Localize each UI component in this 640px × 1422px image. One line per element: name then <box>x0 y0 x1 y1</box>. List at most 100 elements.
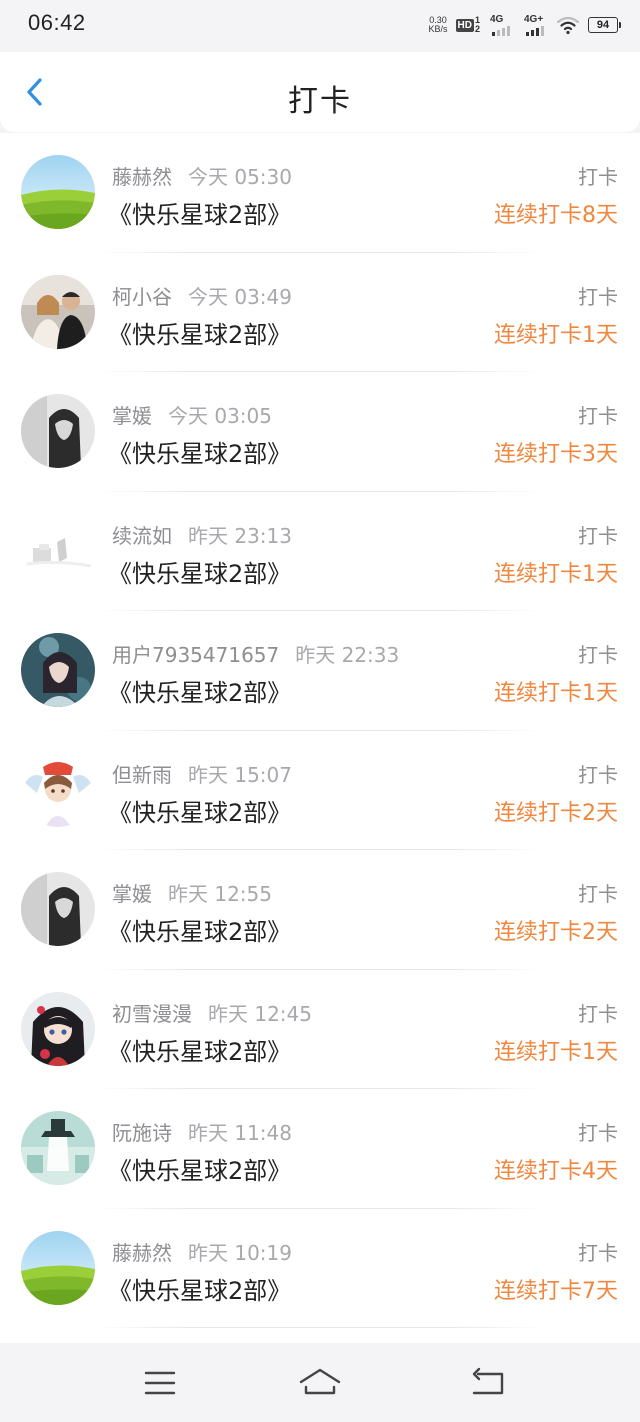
streak-label: 连续打卡3天 <box>494 442 618 467</box>
avatar-image <box>21 1111 95 1185</box>
hd-icon: HD 1 2 <box>455 16 480 34</box>
streak-label: 连续打卡1天 <box>494 561 618 587</box>
user-name[interactable]: 柯小谷 <box>112 285 172 309</box>
list-item[interactable]: 阮施诗 昨天 11:48 《快乐星球2部》 打卡 连续打卡4天 <box>0 1089 640 1209</box>
list-item[interactable]: 续流如 昨天 23:13 《快乐星球2部》 打卡连续打卡1天 <box>0 492 640 611</box>
hd-label: HD <box>455 18 474 32</box>
checkin-action-label: 打卡 <box>578 762 618 787</box>
item-meta: 初雪漫漫 昨天 12:45 <box>112 998 312 1027</box>
program-title: 《快乐星球2部》 <box>108 559 292 588</box>
checkin-time: 今天 03:05 <box>168 404 272 428</box>
streak-label: 连续打卡8天 <box>494 203 618 228</box>
checkin-time: 昨天 12:45 <box>208 1001 312 1026</box>
program-title: 《快乐星球2部》 <box>108 918 292 946</box>
status-time: 06:42 <box>28 10 86 35</box>
signal-sim2-icon: 4G+ <box>522 14 548 36</box>
checkin-time: 昨天 22:33 <box>295 643 400 667</box>
user-name[interactable]: 用户7935471657 <box>112 643 279 667</box>
program-title: 《快乐星球2部》 <box>108 201 292 229</box>
avatar[interactable] <box>21 872 95 946</box>
program-title: 《快乐星球2部》 <box>108 1276 292 1305</box>
item-meta: 藤赫然 昨天 10:19 <box>112 1237 292 1266</box>
user-name[interactable]: 掌媛 <box>112 882 152 906</box>
user-name[interactable]: 初雪漫漫 <box>112 1002 192 1026</box>
avatar[interactable] <box>21 633 95 707</box>
avatar[interactable] <box>21 1111 95 1185</box>
streak-label: 连续打卡4天 <box>494 1159 618 1184</box>
user-name[interactable]: 藤赫然 <box>112 165 172 189</box>
status-icons: 0.30 KB/s HD 1 2 4G 4G+ 94 <box>428 12 621 38</box>
avatar[interactable] <box>21 155 95 229</box>
list-item[interactable]: 用户7935471657 昨天 22:33 《快乐星球2部》 打卡 连续打卡1天 <box>0 611 640 731</box>
user-name[interactable]: 藤赫然 <box>112 1241 172 1265</box>
page-title: 打卡 <box>288 84 352 119</box>
checkin-action-label: 打卡 <box>578 165 618 189</box>
streak-label: 连续打卡1天 <box>494 681 618 706</box>
status-bar: 06:42 0.30 KB/s HD 1 2 4G 4G+ 94 <box>0 0 640 52</box>
list-item[interactable]: 掌媛 昨天 12:55 《快乐星球2部》 打卡连续打卡2天 <box>0 850 640 970</box>
avatar[interactable] <box>21 991 95 1066</box>
network-speed-unit: KB/s <box>428 24 448 34</box>
streak-label: 连续打卡1天 <box>494 322 618 348</box>
item-meta: 阮施诗 昨天 11:48 <box>112 1117 292 1146</box>
avatar[interactable] <box>21 513 95 588</box>
avatar[interactable] <box>21 752 95 827</box>
list-item[interactable]: 藤赫然 今天 05:30 《快乐星球2部》 打卡连续打卡8天 <box>0 133 640 253</box>
avatar-image <box>21 274 95 349</box>
menu-button[interactable] <box>138 1365 182 1401</box>
sim2-label: 4G+ <box>524 14 544 25</box>
list-item[interactable]: 但新雨 昨天 15:07 《快乐星球2部》 打卡 连续打卡2天 <box>0 731 640 850</box>
checkin-action-label: 打卡 <box>578 1240 618 1265</box>
program-title: 《快乐星球2部》 <box>108 320 292 349</box>
checkin-time: 昨天 23:13 <box>188 523 292 548</box>
checkin-action-label: 打卡 <box>578 882 618 906</box>
checkin-time: 昨天 11:48 <box>188 1121 292 1145</box>
item-meta: 用户7935471657 昨天 22:33 <box>112 639 399 668</box>
wifi-icon <box>556 16 580 35</box>
checkin-list: 藤赫然 今天 05:30 《快乐星球2部》 打卡 连续打卡8天 柯小谷 今天 03:49 《快… <box>0 133 640 1343</box>
streak-label: 连续打卡7天 <box>494 1278 618 1304</box>
streak-label: 连续打卡2天 <box>494 920 618 945</box>
header: 打卡 <box>0 52 640 132</box>
list-item[interactable]: 掌媛 今天 03:05 《快乐星球2部》 打卡连续打卡3天 <box>0 372 640 492</box>
avatar-image <box>21 1230 95 1305</box>
avatar[interactable] <box>21 274 95 349</box>
avatar[interactable] <box>21 394 95 468</box>
program-title: 《快乐星球2部》 <box>108 798 292 827</box>
list-item[interactable]: 初雪漫漫 昨天 12:45 《快乐星球2部》 打卡 连续打卡1天 <box>0 970 640 1089</box>
system-nav-bar <box>0 1343 640 1422</box>
item-meta: 柯小谷 今天 03:49 <box>112 281 292 310</box>
avatar-image <box>21 991 95 1066</box>
item-meta: 藤赫然 今天 05:30 <box>112 161 292 190</box>
avatar-image <box>21 872 95 946</box>
program-title: 《快乐星球2部》 <box>108 679 292 707</box>
home-button[interactable] <box>298 1365 342 1401</box>
item-meta: 但新雨 昨天 15:07 <box>112 759 292 788</box>
user-name[interactable]: 阮施诗 <box>112 1121 172 1145</box>
checkin-time: 今天 05:30 <box>188 165 292 189</box>
avatar-image <box>21 752 95 827</box>
list-item[interactable]: 柯小谷 今天 03:49 《快乐星球2部》 打卡连续打卡1天 <box>0 253 640 372</box>
avatar-image <box>21 633 95 707</box>
signal-sim1-icon: 4G <box>488 14 514 36</box>
user-name[interactable]: 但新雨 <box>112 763 172 787</box>
item-meta: 续流如 昨天 23:13 <box>112 520 292 549</box>
item-meta: 掌媛 今天 03:05 <box>112 400 272 429</box>
list-item[interactable]: 藤赫然 昨天 10:19 《快乐星球2部》 打卡连续打卡7天 <box>0 1209 640 1328</box>
streak-label: 连续打卡1天 <box>494 1039 618 1065</box>
nav-back-button[interactable] <box>466 1365 510 1401</box>
avatar[interactable] <box>21 1230 95 1305</box>
divider <box>95 1327 545 1328</box>
user-name[interactable]: 掌媛 <box>112 404 152 428</box>
program-title: 《快乐星球2部》 <box>108 440 292 468</box>
checkin-time: 昨天 12:55 <box>168 882 272 906</box>
checkin-time: 昨天 10:19 <box>188 1240 292 1265</box>
home-icon <box>299 1368 341 1395</box>
item-meta: 掌媛 昨天 12:55 <box>112 878 272 907</box>
hd-sim-bottom: 2 <box>474 24 480 34</box>
avatar-image <box>21 513 95 588</box>
user-name[interactable]: 续流如 <box>112 524 172 548</box>
checkin-action-label: 打卡 <box>578 404 618 428</box>
checkin-action-label: 打卡 <box>578 523 618 548</box>
checkin-action-label: 打卡 <box>578 284 618 309</box>
